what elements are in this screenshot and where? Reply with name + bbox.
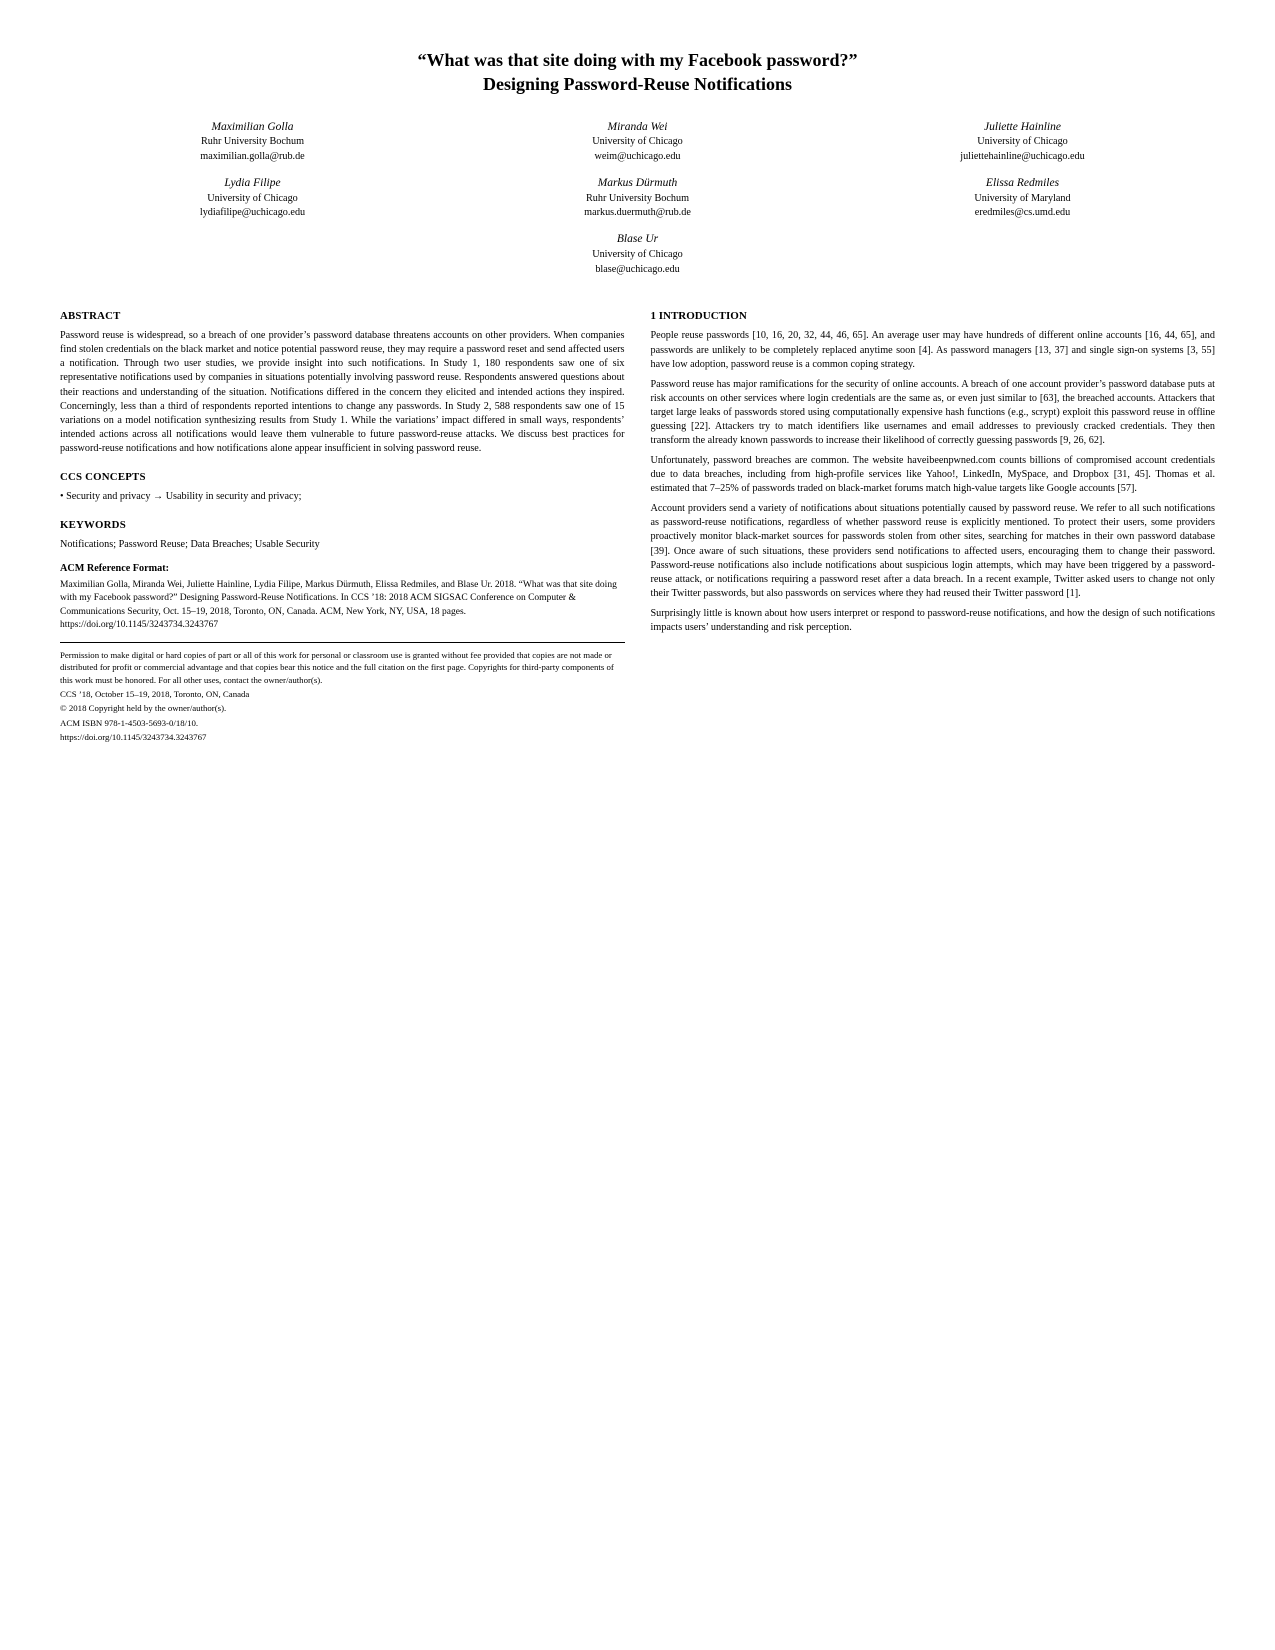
two-col-layout: ABSTRACT Password reuse is widespread, s… — [60, 295, 1215, 745]
author-affil: University of Chicago — [592, 135, 683, 150]
authors-row3: Blase Ur University of Chicago blase@uch… — [60, 231, 1215, 277]
author-name: Juliette Hainline — [984, 119, 1061, 136]
intro-para-4: Account providers send a variety of noti… — [651, 502, 1216, 601]
intro-title: 1 INTRODUCTION — [651, 309, 1216, 324]
authors-row2: Lydia Filipe University of Chicago lydia… — [60, 175, 1215, 221]
author-email: maximilian.golla@rub.de — [200, 150, 304, 165]
acm-ref-title: ACM Reference Format: — [60, 562, 625, 576]
keywords-title: KEYWORDS — [60, 518, 625, 533]
ccs-section: CCS CONCEPTS • Security and privacy → Us… — [60, 470, 625, 504]
introduction-section: 1 INTRODUCTION People reuse passwords [1… — [651, 309, 1216, 635]
author-hainline: Juliette Hainline University of Chicago … — [830, 119, 1215, 165]
right-col: 1 INTRODUCTION People reuse passwords [1… — [651, 295, 1216, 745]
abstract-section: ABSTRACT Password reuse is widespread, s… — [60, 309, 625, 456]
author-name: Miranda Wei — [608, 119, 668, 136]
author-affil: Ruhr University Bochum — [586, 192, 689, 207]
author-wei: Miranda Wei University of Chicago weim@u… — [445, 119, 830, 165]
author-affil: University of Maryland — [974, 192, 1070, 207]
main-title: “What was that site doing with my Facebo… — [60, 48, 1215, 97]
left-col: ABSTRACT Password reuse is widespread, s… — [60, 295, 625, 745]
ccs-title: CCS CONCEPTS — [60, 470, 625, 485]
footer-line-4: ACM ISBN 978-1-4503-5693-0/18/10. — [60, 717, 625, 729]
acm-ref-body: Maximilian Golla, Miranda Wei, Juliette … — [60, 579, 625, 632]
author-ur: Blase Ur University of Chicago blase@uch… — [60, 231, 1215, 277]
author-email: eredmiles@cs.umd.edu — [975, 206, 1070, 221]
author-email: lydiafilipe@uchicago.edu — [200, 206, 305, 221]
author-email: weim@uchicago.edu — [594, 150, 680, 165]
footer-line-1: Permission to make digital or hard copie… — [60, 649, 625, 686]
author-email: juliettehainline@uchicago.edu — [960, 150, 1085, 165]
abstract-para-1: Password reuse is widespread, so a breac… — [60, 329, 625, 456]
author-email: blase@uchicago.edu — [595, 263, 679, 278]
author-affil: University of Chicago — [592, 248, 683, 263]
acm-ref-section: ACM Reference Format: Maximilian Golla, … — [60, 562, 625, 632]
author-golla: Maximilian Golla Ruhr University Bochum … — [60, 119, 445, 165]
title-section: “What was that site doing with my Facebo… — [60, 48, 1215, 97]
intro-para-2: Password reuse has major ramifications f… — [651, 378, 1216, 448]
abstract-title: ABSTRACT — [60, 309, 625, 324]
intro-para-1: People reuse passwords [10, 16, 20, 32, … — [651, 329, 1216, 371]
author-name: Blase Ur — [617, 231, 658, 248]
author-filipe: Lydia Filipe University of Chicago lydia… — [60, 175, 445, 221]
author-affil: University of Chicago — [977, 135, 1068, 150]
keywords-content: Notifications; Password Reuse; Data Brea… — [60, 538, 625, 552]
keywords-section: KEYWORDS Notifications; Password Reuse; … — [60, 518, 625, 552]
author-email: markus.duermuth@rub.de — [584, 206, 691, 221]
footer-box: Permission to make digital or hard copie… — [60, 642, 625, 743]
intro-para-5: Surprisingly little is known about how u… — [651, 607, 1216, 635]
authors-row1: Maximilian Golla Ruhr University Bochum … — [60, 119, 1215, 165]
author-name: Elissa Redmiles — [986, 175, 1059, 192]
footer-line-5: https://doi.org/10.1145/3243734.3243767 — [60, 731, 625, 743]
author-affil: University of Chicago — [207, 192, 298, 207]
author-name: Lydia Filipe — [224, 175, 280, 192]
author-durmuth: Markus Dürmuth Ruhr University Bochum ma… — [445, 175, 830, 221]
footer-line-2: CCS ’18, October 15–19, 2018, Toronto, O… — [60, 688, 625, 700]
footer-line-3: © 2018 Copyright held by the owner/autho… — [60, 702, 625, 714]
author-redmiles: Elissa Redmiles University of Maryland e… — [830, 175, 1215, 221]
ccs-content: • Security and privacy → Usability in se… — [60, 490, 625, 504]
author-affil: Ruhr University Bochum — [201, 135, 304, 150]
intro-para-3: Unfortunately, password breaches are com… — [651, 454, 1216, 496]
author-name: Maximilian Golla — [211, 119, 293, 136]
author-name: Markus Dürmuth — [598, 175, 678, 192]
